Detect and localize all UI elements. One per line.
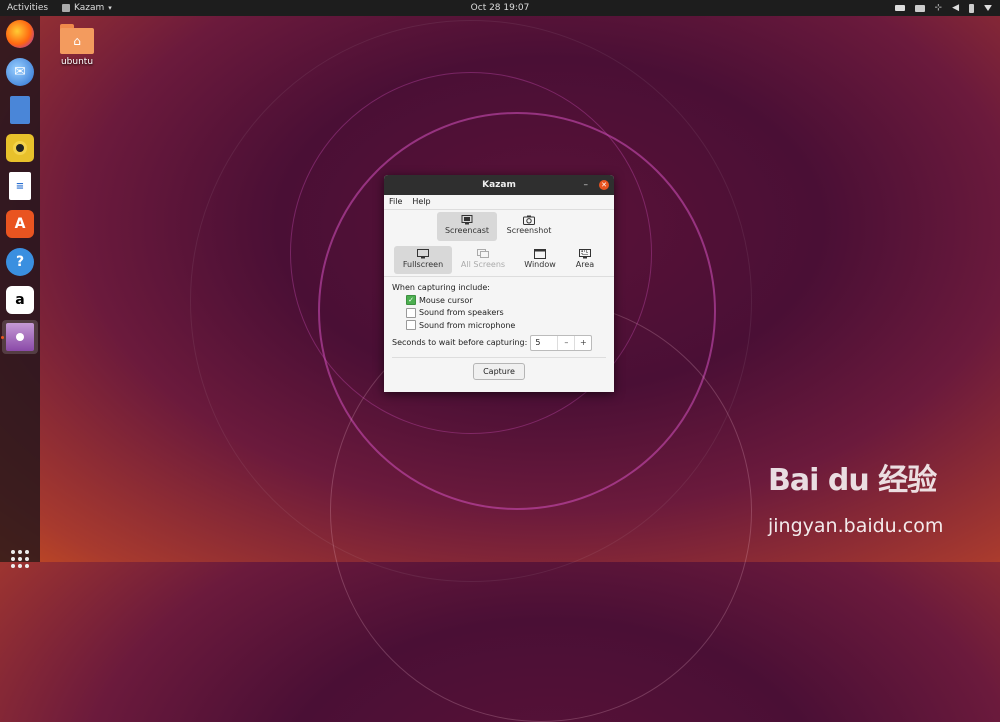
checkbox-checked[interactable]: ✓ (406, 295, 416, 306)
battery-icon[interactable] (969, 3, 974, 13)
fullscreen-label: Fullscreen (402, 260, 444, 269)
capture-button[interactable]: Capture (473, 363, 525, 380)
home-folder-icon[interactable]: ⌂ (60, 24, 94, 54)
minimize-button[interactable]: – (584, 175, 589, 195)
software-icon[interactable]: A (6, 210, 34, 238)
capture-target-selector: Fullscreen All Screens Window Area (384, 244, 614, 277)
close-button[interactable]: ✕ (599, 180, 609, 190)
mode-selector: Screencast Screenshot (384, 210, 614, 244)
amazon-icon[interactable]: a (6, 286, 34, 314)
dock: ✉ ≡ A ? a (0, 16, 40, 568)
help-icon[interactable]: ? (6, 248, 34, 276)
clock: Oct 28 19:07 (0, 0, 1000, 16)
option-sound-speakers[interactable]: Sound from speakers (392, 307, 606, 320)
option-mouse-cursor[interactable]: ✓ Mouse cursor (392, 294, 606, 307)
screenshot-label: Screenshot (506, 226, 552, 235)
kazam-window: Kazam – ✕ File Help Screencast Screensho… (384, 175, 614, 392)
chevron-down-icon: ▾ (108, 4, 112, 12)
app-menu[interactable]: Kazam ▾ (62, 0, 112, 16)
monitor-icon (417, 249, 429, 259)
kazam-icon[interactable] (6, 323, 34, 351)
display-icon[interactable] (914, 4, 925, 12)
volume-icon[interactable]: ◀ (952, 0, 959, 16)
decrement-button[interactable]: – (557, 335, 574, 350)
libreoffice-writer-icon[interactable]: ≡ (9, 172, 31, 200)
delay-label: Seconds to wait before capturing: (392, 338, 528, 347)
screencast-button[interactable]: Screencast (437, 212, 497, 241)
files-icon[interactable] (10, 96, 30, 124)
network-icon[interactable]: ⊹ (935, 0, 943, 16)
screenshot-button[interactable]: Screenshot (499, 212, 559, 241)
recording-camera-icon[interactable] (894, 5, 905, 11)
activities-button[interactable]: Activities (7, 0, 48, 16)
capture-options: When capturing include: ✓ Mouse cursor S… (384, 277, 614, 358)
divider (392, 356, 606, 358)
home-icon: ⌂ (73, 34, 81, 48)
watermark-url: jingyan.baidu.com (768, 515, 944, 537)
area-label: Area (575, 260, 595, 269)
menu-file[interactable]: File (389, 195, 402, 209)
delay-row: Seconds to wait before capturing: 5 – + (392, 334, 606, 351)
clock-label[interactable]: Oct 28 19:07 (471, 3, 530, 13)
active-indicator (1, 336, 4, 339)
top-bar: Activities Kazam ▾ Oct 28 19:07 ⊹ ◀ (0, 0, 1000, 16)
system-tray[interactable]: ⊹ ◀ (894, 0, 992, 16)
camera-icon (523, 215, 535, 225)
app-menu-label: Kazam (74, 3, 105, 13)
delay-spinbox[interactable]: 5 – + (530, 334, 593, 351)
menu-help[interactable]: Help (412, 195, 430, 209)
window-icon (534, 249, 546, 259)
screencast-icon (461, 215, 473, 225)
close-icon: ✕ (601, 181, 607, 189)
window-title: Kazam (482, 180, 516, 190)
area-button[interactable]: Area (556, 246, 614, 274)
watermark-logo-text: Bai du 经验 (768, 463, 937, 498)
show-applications-grid-icon[interactable] (11, 550, 29, 568)
menu-bar: File Help (384, 195, 614, 210)
area-select-icon (579, 249, 591, 259)
option-label: Sound from microphone (419, 320, 516, 330)
baidu-watermark-logo: Bai du 经验 (768, 455, 937, 499)
thunderbird-icon[interactable]: ✉ (6, 58, 34, 86)
window-label: Window (524, 260, 556, 269)
checkbox-unchecked[interactable] (406, 320, 416, 331)
rhythmbox-icon[interactable] (6, 134, 34, 162)
firefox-icon[interactable] (6, 20, 34, 48)
all-screens-button[interactable]: All Screens (454, 246, 512, 274)
fullscreen-button[interactable]: Fullscreen (394, 246, 452, 274)
delay-value[interactable]: 5 (531, 336, 557, 350)
options-heading: When capturing include: (392, 283, 490, 292)
screencast-label: Screencast (444, 226, 490, 235)
all-screens-label: All Screens (460, 260, 506, 269)
option-sound-microphone[interactable]: Sound from microphone (392, 319, 606, 332)
desktop-folder-label[interactable]: ubuntu (50, 57, 104, 67)
system-menu-chevron-icon[interactable] (984, 5, 992, 11)
window-titlebar[interactable]: Kazam – ✕ (384, 175, 614, 195)
increment-button[interactable]: + (574, 335, 591, 350)
option-label: Mouse cursor (419, 295, 473, 305)
kazam-app-icon (62, 4, 70, 12)
option-label: Sound from speakers (419, 308, 504, 318)
checkbox-unchecked[interactable] (406, 307, 416, 318)
multi-monitor-icon (477, 249, 489, 258)
